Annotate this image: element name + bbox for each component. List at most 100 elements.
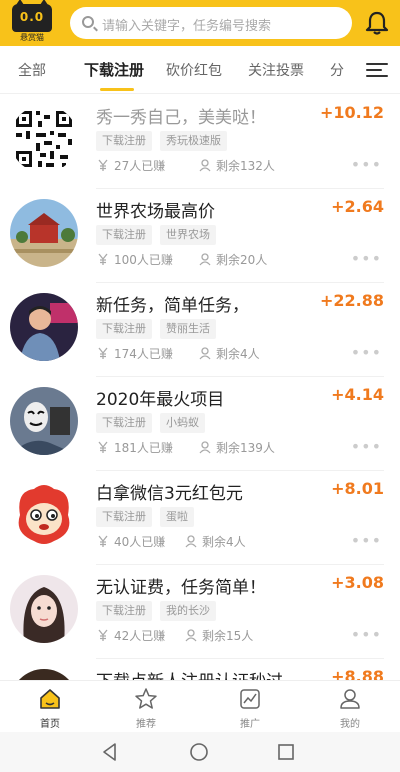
search-placeholder: 请输入关键字，任务编号搜索 [102, 19, 272, 34]
task-earned: 40人已赚 [96, 533, 165, 550]
person-icon [184, 534, 198, 548]
task-avatar [10, 105, 78, 173]
nav-promote[interactable]: 推广 [200, 681, 300, 733]
person-icon [198, 252, 212, 266]
nav-recommend-label: 推荐 [136, 719, 156, 730]
system-nav-bar [0, 732, 400, 772]
task-remaining: 剩余4人 [198, 345, 260, 362]
task-remaining: 剩余15人 [184, 627, 253, 644]
yuan-icon [96, 252, 110, 266]
more-options-icon[interactable]: ••• [351, 249, 382, 268]
task-price: +2.64 [331, 197, 384, 216]
task-earned: 181人已赚 [96, 439, 173, 456]
task-earned: 100人已赚 [96, 251, 173, 268]
task-item[interactable]: 无认证费，任务简单！ +3.08 下载注册 我的长沙 42人已赚 剩余15人 •… [0, 565, 400, 659]
task-title: 2020年最火项目 [96, 390, 225, 410]
task-price: +8.01 [331, 479, 384, 498]
yuan-icon [96, 628, 110, 642]
task-title: 下载点新人注册认证秒过 [96, 667, 283, 680]
task-remaining: 剩余139人 [198, 439, 275, 456]
person-icon [198, 158, 212, 172]
tab-partial[interactable]: 分 [330, 60, 344, 80]
task-avatar [10, 387, 78, 455]
task-item[interactable]: 世界农场最高价 +2.64 下载注册 世界农场 100人已赚 剩余20人 ••• [0, 189, 400, 283]
task-tag-type: 下载注册 [96, 413, 152, 433]
person-icon [198, 440, 212, 454]
task-item[interactable]: 白拿微信3元红包元 +8.01 下载注册 蛋啦 40人已赚 剩余4人 ••• [0, 471, 400, 565]
home-icon [38, 687, 62, 711]
nav-promote-label: 推广 [240, 719, 260, 730]
more-options-icon[interactable]: ••• [351, 625, 382, 644]
task-remaining: 剩余20人 [198, 251, 267, 268]
bottom-nav: 首页 推荐 推广 我的 [0, 680, 400, 732]
task-avatar [10, 575, 78, 643]
task-tag-app: 世界农场 [160, 225, 216, 245]
tab-download-register[interactable]: 下载注册 [84, 59, 144, 80]
active-tab-indicator [100, 88, 134, 91]
yuan-icon [96, 534, 110, 548]
app-header: 0.0 悬赏猫 请输入关键字，任务编号搜索 [0, 0, 400, 46]
task-title: 新任务，简单任务， [96, 296, 249, 316]
back-icon[interactable] [98, 740, 122, 764]
nav-recommend[interactable]: 推荐 [96, 681, 196, 733]
app-logo[interactable]: 0.0 悬赏猫 [10, 0, 54, 42]
nav-home-label: 首页 [40, 719, 60, 730]
tab-menu-icon[interactable] [366, 58, 390, 82]
chart-icon [238, 687, 262, 711]
person-icon [184, 628, 198, 642]
task-item[interactable]: 秀一秀自己，美美哒！ +10.12 下载注册 秀玩极速版 27人已赚 剩余132… [0, 95, 400, 189]
task-price: +8.88 [331, 667, 384, 680]
task-avatar [10, 199, 78, 267]
task-tag-type: 下载注册 [96, 601, 152, 621]
task-remaining: 剩余132人 [198, 157, 275, 174]
task-avatar [10, 293, 78, 361]
task-tag-type: 下载注册 [96, 131, 152, 151]
task-tag-app: 赞丽生活 [160, 319, 216, 339]
task-title: 白拿微信3元红包元 [96, 484, 243, 504]
task-price: +4.14 [331, 385, 384, 404]
task-earned: 27人已赚 [96, 157, 165, 174]
person-icon [198, 346, 212, 360]
task-price: +22.88 [319, 291, 384, 310]
task-price: +3.08 [331, 573, 384, 592]
more-options-icon[interactable]: ••• [351, 437, 382, 456]
task-tag-type: 下载注册 [96, 319, 152, 339]
task-title: 无认证费，任务简单！ [96, 578, 266, 598]
logo-text: 悬赏猫 [20, 33, 44, 42]
tab-follow-vote[interactable]: 关注投票 [248, 60, 304, 80]
task-tag-type: 下载注册 [96, 507, 152, 527]
user-icon [338, 687, 362, 711]
recents-icon[interactable] [274, 740, 298, 764]
task-earned: 174人已赚 [96, 345, 173, 362]
home-circle-icon[interactable] [187, 740, 211, 764]
nav-mine[interactable]: 我的 [300, 681, 400, 733]
category-tabs: 全部 下载注册 砍价红包 关注投票 分 [0, 46, 400, 94]
task-tag-app: 小蚂蚁 [160, 413, 205, 433]
task-tag-type: 下载注册 [96, 225, 152, 245]
bell-icon[interactable] [364, 10, 390, 36]
more-options-icon[interactable]: ••• [351, 343, 382, 362]
task-item[interactable]: 新任务，简单任务， +22.88 下载注册 赞丽生活 174人已赚 剩余4人 •… [0, 283, 400, 377]
task-tag-app: 我的长沙 [160, 601, 216, 621]
tab-bargain-redpacket[interactable]: 砍价红包 [166, 60, 222, 80]
task-title: 世界农场最高价 [96, 202, 215, 222]
more-options-icon[interactable]: ••• [351, 155, 382, 174]
tab-all[interactable]: 全部 [18, 60, 46, 80]
task-avatar [10, 481, 78, 549]
logo-eyes: 0.0 [19, 10, 45, 24]
yuan-icon [96, 346, 110, 360]
task-price: +10.12 [319, 103, 384, 122]
task-tag-app: 蛋啦 [160, 507, 194, 527]
task-title: 秀一秀自己，美美哒！ [96, 108, 266, 128]
task-tag-app: 秀玩极速版 [160, 131, 227, 151]
nav-home[interactable]: 首页 [0, 681, 100, 733]
task-item[interactable]: 2020年最火项目 +4.14 下载注册 小蚂蚁 181人已赚 剩余139人 •… [0, 377, 400, 471]
logo-cat-face: 0.0 [12, 0, 52, 32]
more-options-icon[interactable]: ••• [351, 531, 382, 550]
task-avatar [10, 669, 78, 680]
yuan-icon [96, 440, 110, 454]
search-input[interactable]: 请输入关键字，任务编号搜索 [70, 7, 352, 39]
nav-mine-label: 我的 [340, 719, 360, 730]
task-item-partial[interactable]: 下载点新人注册认证秒过 +8.88 [0, 659, 400, 680]
yuan-icon [96, 158, 110, 172]
